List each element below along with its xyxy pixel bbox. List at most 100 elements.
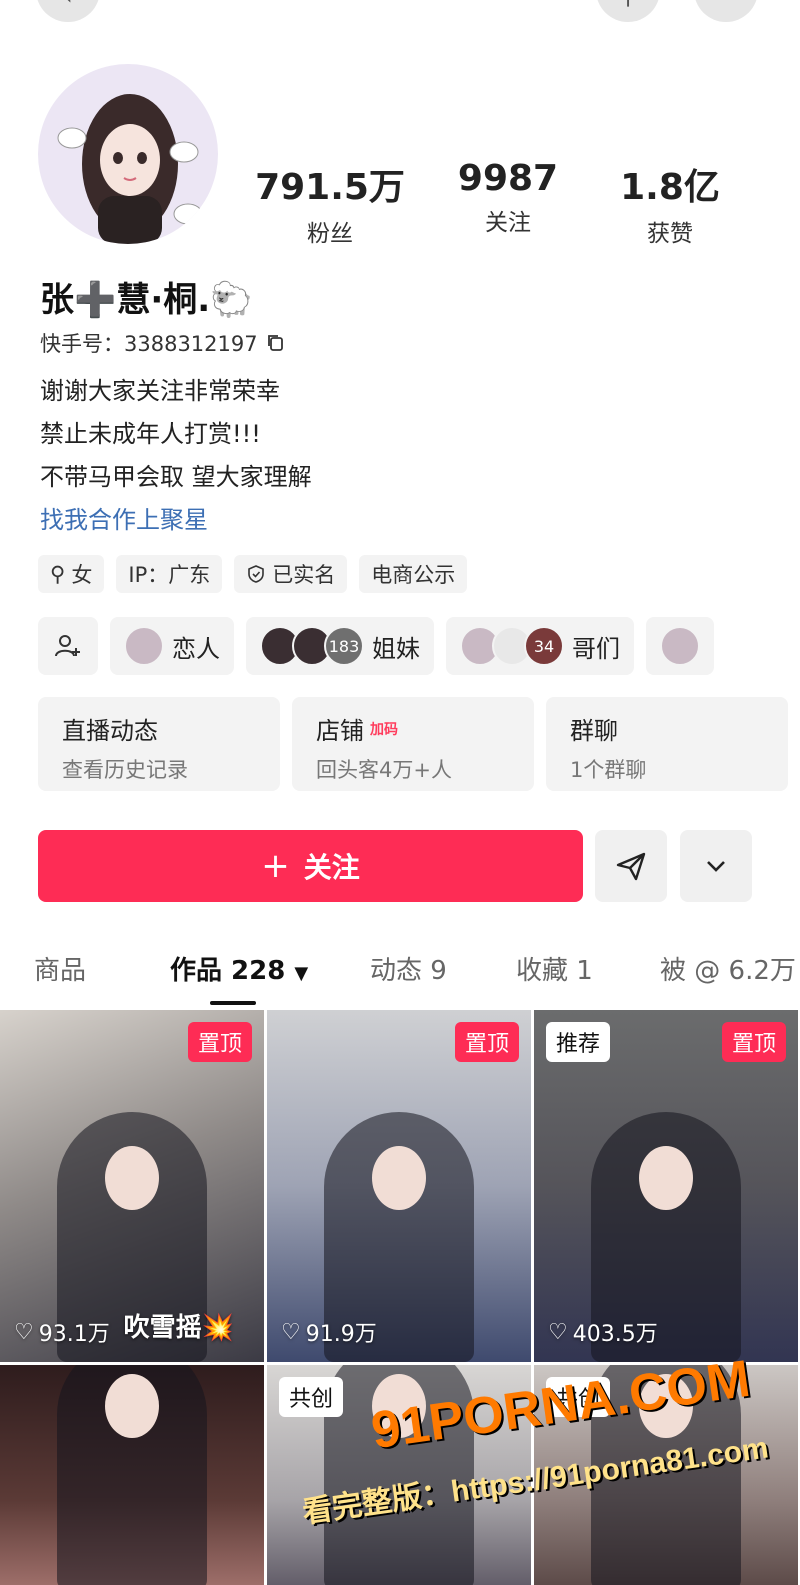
caret-down-icon: ▼ <box>294 963 309 984</box>
like-count: ♡ 91.9万 <box>281 1316 377 1348</box>
tab-products[interactable]: 商品 <box>34 950 86 987</box>
like-count-value: 93.1万 <box>38 1322 110 1347</box>
like-count: ♡ 93.1万 <box>14 1316 110 1348</box>
like-count-value: 403.5万 <box>572 1322 658 1347</box>
collab-link[interactable]: 找我合作上聚星 <box>40 499 312 542</box>
post-thumbnail[interactable]: 置顶 ♡ 91.9万 <box>267 1010 531 1362</box>
follow-button[interactable]: + 关注 <box>38 830 583 902</box>
relation-brothers[interactable]: 34 哥们 <box>446 617 634 675</box>
verified-label: 已实名 <box>272 563 336 587</box>
share-button[interactable] <box>595 830 667 902</box>
ip-label: IP：广东 <box>128 563 211 587</box>
shield-icon <box>248 565 265 583</box>
send-icon <box>616 852 646 881</box>
user-id: 快手号：3388312197 <box>40 332 258 356</box>
back-button[interactable]: ‹ <box>36 0 100 22</box>
profile-name: 张➕慧·桐.🐑 <box>40 280 253 320</box>
relation-lovers[interactable]: 恋人 <box>110 617 234 675</box>
post-thumbnail[interactable]: 共创 <box>267 1365 531 1585</box>
collab-badge: 共创 <box>546 1377 611 1417</box>
verified-tag[interactable]: 已实名 <box>234 555 348 593</box>
like-count: ♡ 403.5万 <box>548 1316 658 1348</box>
avatar[interactable] <box>38 64 218 244</box>
user-id-row: 快手号：3388312197 <box>40 328 286 358</box>
heart-icon: ♡ <box>14 1319 34 1345</box>
lovers-label: 恋人 <box>172 634 220 663</box>
sisters-count: 183 <box>324 626 364 666</box>
likes-label: 获赞 <box>647 221 693 247</box>
top-bar: ‹ ⚲ ⋯ <box>0 0 800 28</box>
following-label: 关注 <box>485 210 531 236</box>
add-user-icon <box>55 635 80 657</box>
profile-bio: 谢谢大家关注非常荣幸 禁止未成年人打赏!!! 不带马甲会取 望大家理解 找我合作… <box>40 370 312 542</box>
add-friend-button[interactable] <box>38 617 98 675</box>
more-icon: ⋯ <box>715 0 737 10</box>
heart-icon: ♡ <box>548 1319 568 1345</box>
pinned-badge: 置顶 <box>187 1022 252 1062</box>
post-thumbnail[interactable] <box>0 1365 264 1585</box>
lover-avatar <box>124 626 164 666</box>
card-subtitle: 查看历史记录 <box>62 758 188 782</box>
person-figure <box>324 1365 474 1585</box>
avatar-illustration <box>57 94 203 244</box>
search-button[interactable]: ⚲ <box>596 0 660 22</box>
following-stat[interactable]: 9987 关注 <box>428 158 588 237</box>
followers-label: 粉丝 <box>307 221 353 247</box>
ip-tag: IP：广东 <box>116 555 223 593</box>
copy-icon[interactable] <box>266 333 286 353</box>
card-title: 群聊 <box>570 717 618 745</box>
video-caption: 吹雪摇💥 <box>123 1313 234 1343</box>
card-subtitle: 1个群聊 <box>570 758 647 782</box>
tab-works[interactable]: 作品 228 ▼ <box>170 950 308 987</box>
bio-line: 谢谢大家关注非常荣幸 <box>40 377 280 405</box>
search-icon: ⚲ <box>620 0 636 10</box>
collab-badge: 共创 <box>279 1377 344 1417</box>
shop-card[interactable]: 店铺 加码 回头客4万+人 <box>292 697 534 791</box>
feature-cards: 直播动态 查看历史记录 店铺 加码 回头客4万+人 群聊 1个群聊 <box>38 697 788 791</box>
group-chat-card[interactable]: 群聊 1个群聊 <box>546 697 788 791</box>
sisters-avatars: 183 <box>260 626 364 666</box>
female-icon: ⚲ <box>50 562 66 586</box>
post-thumbnail[interactable]: 置顶 ♡ 93.1万 吹雪摇💥 <box>0 1010 264 1362</box>
chevron-down-icon <box>707 861 725 872</box>
shop-badge: 加码 <box>370 721 398 738</box>
sisters-label: 姐妹 <box>372 634 420 663</box>
tab-mentions[interactable]: 被 @ 6.2万 <box>660 950 796 987</box>
followers-stat[interactable]: 791.5万 粉丝 <box>250 158 410 248</box>
post-thumbnail[interactable]: 推荐 置顶 ♡ 403.5万 <box>534 1010 798 1362</box>
likes-stat[interactable]: 1.8亿 获赞 <box>590 158 750 248</box>
card-title: 店铺 <box>316 717 364 745</box>
ecommerce-tag[interactable]: 电商公示 <box>359 555 468 593</box>
relations-row: 恋人 183 姐妹 34 哥们 <box>38 617 800 675</box>
profile-tags: ⚲ 女 IP：广东 已实名 电商公示 <box>38 555 468 593</box>
posts-grid: 置顶 ♡ 93.1万 吹雪摇💥 置顶 ♡ 91.9万 推荐 置顶 ♡ 403.5… <box>0 1010 800 1585</box>
back-icon: ‹ <box>64 0 73 10</box>
tab-moments[interactable]: 动态 9 <box>370 950 447 987</box>
tab-works-label: 作品 228 <box>170 956 286 986</box>
recommended-badge: 推荐 <box>546 1022 611 1062</box>
profile-tabs: 商品 作品 228 ▼ 动态 9 收藏 1 被 @ 6.2万 <box>0 950 800 1010</box>
like-count-value: 91.9万 <box>305 1322 377 1347</box>
card-subtitle: 回头客4万+人 <box>316 758 452 782</box>
relation-sisters[interactable]: 183 姐妹 <box>246 617 434 675</box>
plus-icon: + <box>261 846 290 886</box>
person-figure <box>57 1365 207 1585</box>
follow-label: 关注 <box>303 851 360 884</box>
relation-more[interactable] <box>646 617 714 675</box>
live-history-card[interactable]: 直播动态 查看历史记录 <box>38 697 280 791</box>
likes-count: 1.8亿 <box>620 167 720 208</box>
pinned-badge: 置顶 <box>454 1022 519 1062</box>
more-avatar <box>660 626 700 666</box>
tab-favorites[interactable]: 收藏 1 <box>516 950 593 987</box>
bio-line: 不带马甲会取 望大家理解 <box>40 463 312 491</box>
person-figure <box>591 1365 741 1585</box>
gender-tag: ⚲ 女 <box>38 555 105 593</box>
card-title: 直播动态 <box>62 717 158 745</box>
followers-count: 791.5万 <box>255 167 405 208</box>
following-count: 9987 <box>457 158 559 199</box>
brothers-avatars: 34 <box>460 626 564 666</box>
more-button[interactable]: ⋯ <box>694 0 758 22</box>
profile-stats: 791.5万 粉丝 9987 关注 1.8亿 获赞 <box>250 158 790 248</box>
expand-button[interactable] <box>680 830 752 902</box>
post-thumbnail[interactable]: 共创 <box>534 1365 798 1585</box>
